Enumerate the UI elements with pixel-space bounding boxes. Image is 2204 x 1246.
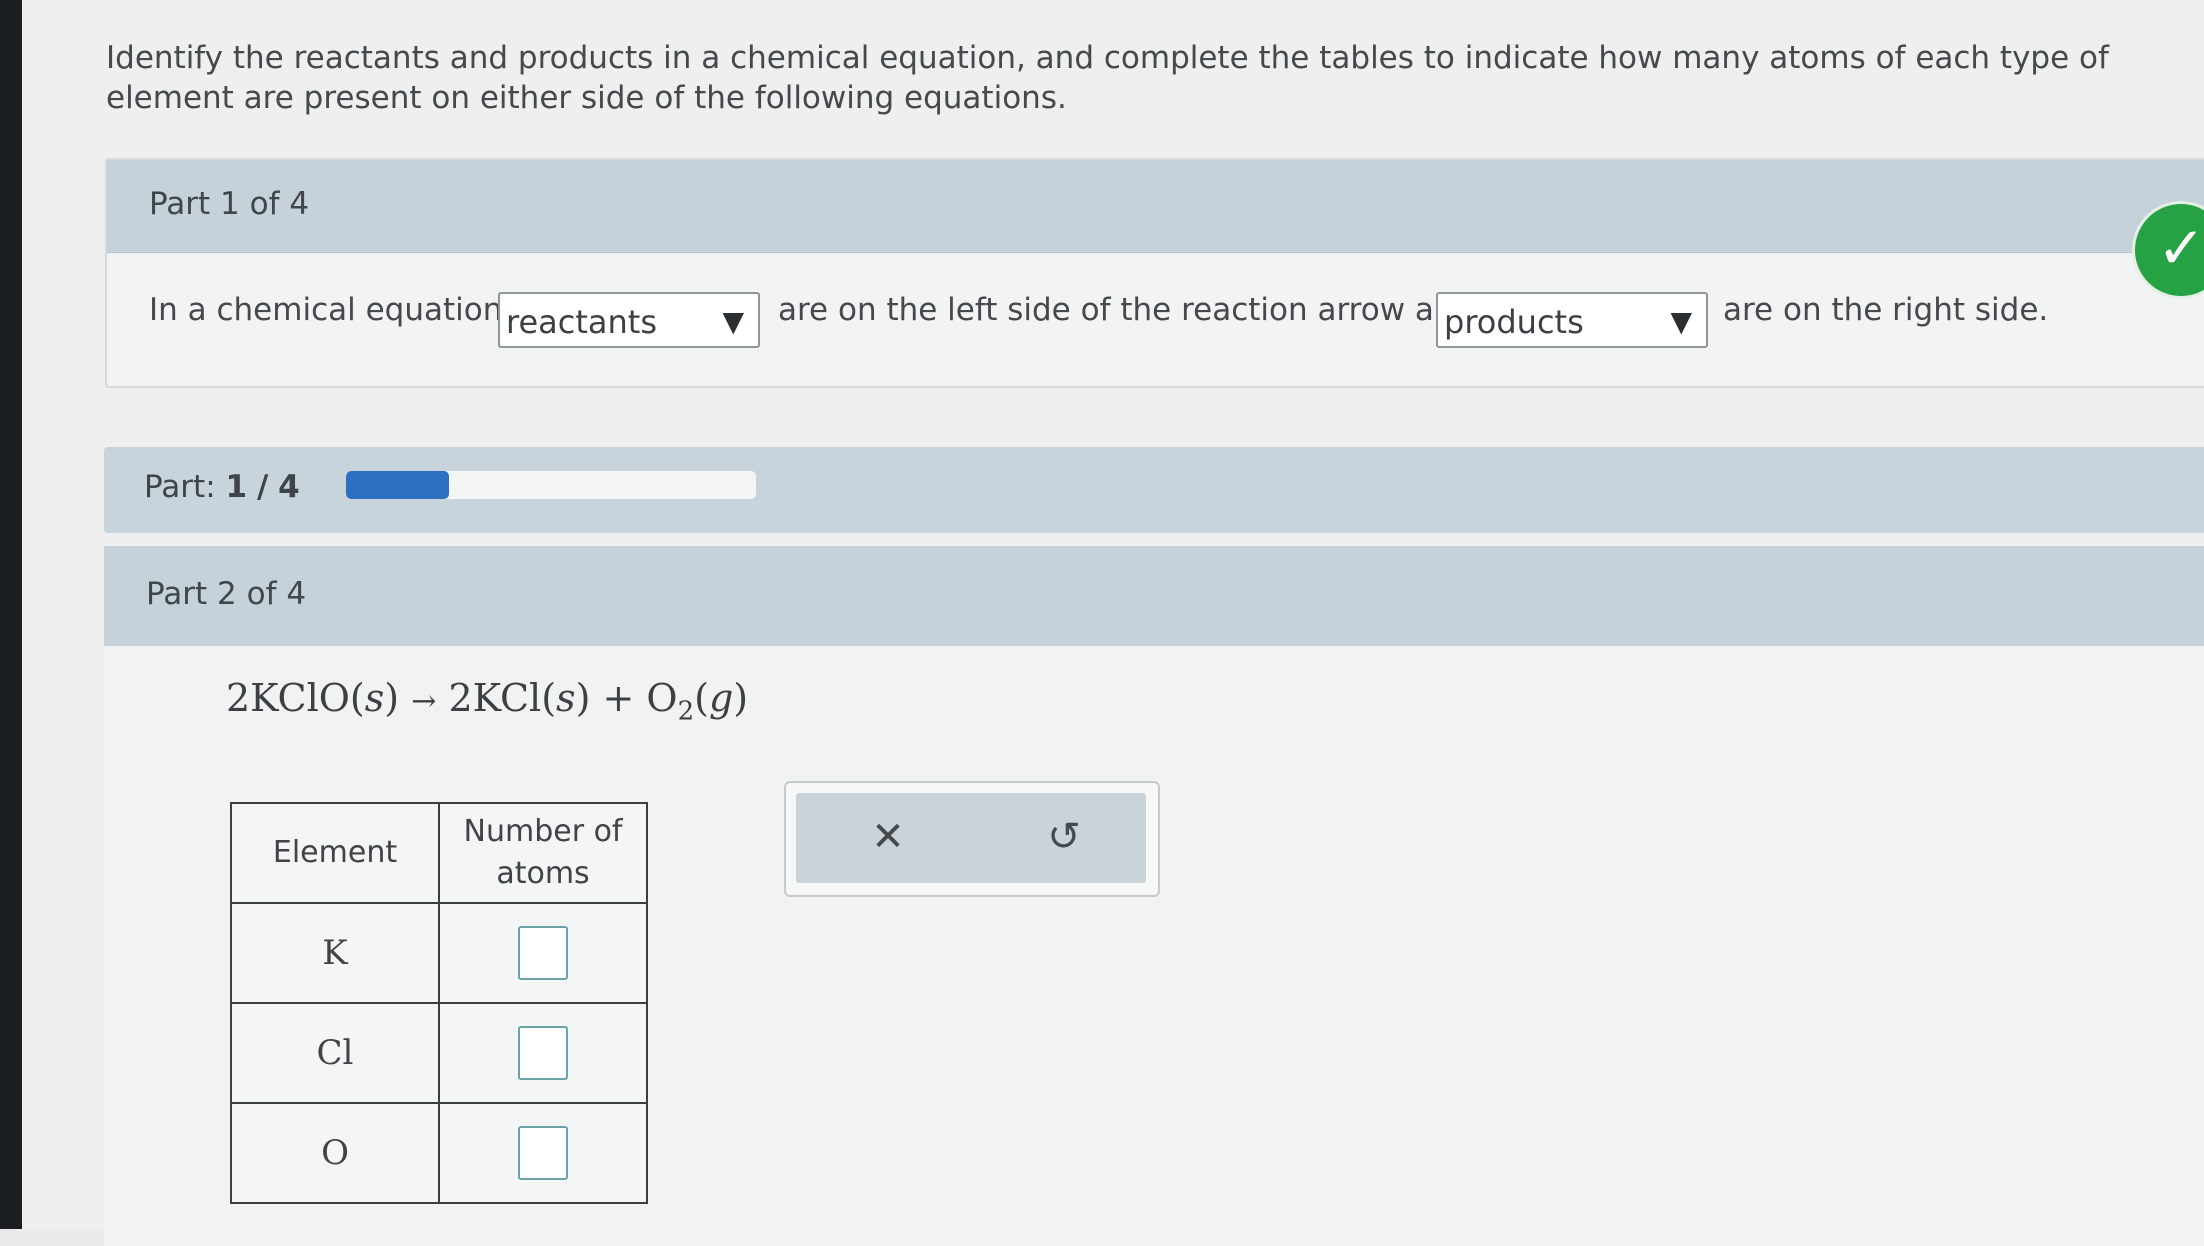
part1-title: Part 1 of 4 <box>149 186 310 222</box>
count-cell <box>438 1102 648 1204</box>
progress-current: 1 <box>225 469 248 505</box>
chemical-equation: 2KClO(s) → 2KCl(s) + O2(g) <box>226 676 749 727</box>
header-number-of-atoms: Number of atoms <box>438 802 648 904</box>
table-row: Cl <box>230 1002 648 1104</box>
clear-icon[interactable]: ✕ <box>858 807 918 867</box>
dropdown-arrow-icon: ▼ <box>722 305 744 338</box>
instructions-text: Identify the reactants and products in a… <box>106 40 2109 116</box>
progress-bar-fill <box>346 471 449 499</box>
o-atoms-input[interactable] <box>518 1126 568 1180</box>
table-row: O <box>230 1102 648 1204</box>
k-atoms-input[interactable] <box>518 926 568 980</box>
products-dropdown[interactable]: products ▼ <box>1436 292 1708 348</box>
part2-header: Part 2 of 4 <box>104 546 2204 646</box>
part1-sentence-middle: are on the left side of the reaction arr… <box>778 292 1474 328</box>
part1-panel: Part 1 of 4 In a chemical equation, reac… <box>105 158 2204 388</box>
undo-icon[interactable]: ↺ <box>1034 807 1094 867</box>
part1-header: Part 1 of 4 <box>107 160 2204 253</box>
dropdown-arrow-icon: ▼ <box>1670 305 1692 338</box>
progress-total: 4 <box>278 469 300 505</box>
part1-sentence-start: In a chemical equation, <box>149 292 513 328</box>
part1-sentence-end: are on the right side. <box>1723 292 2049 328</box>
part2-panel: Part 2 of 4 2KClO(s) → 2KCl(s) + O2(g) E… <box>104 546 2204 1246</box>
atoms-table: Element Number of atoms K Cl O <box>230 802 648 1204</box>
answer-tools-bar: ✕ ↺ <box>796 793 1146 883</box>
cl-atoms-input[interactable] <box>518 1026 568 1080</box>
element-cell: Cl <box>230 1002 440 1104</box>
progress-label: Part: 1 / 4 <box>144 469 300 505</box>
table-header-row: Element Number of atoms <box>230 802 648 904</box>
answer-tools: ✕ ↺ <box>784 781 1160 897</box>
progress-bar <box>346 471 756 499</box>
count-cell <box>438 902 648 1004</box>
element-cell: O <box>230 1102 440 1204</box>
part2-title: Part 2 of 4 <box>146 576 307 612</box>
element-cell: K <box>230 902 440 1004</box>
screen-edge <box>0 0 22 1229</box>
reactants-dropdown-value: reactants <box>506 303 657 341</box>
progress-strip: Part: 1 / 4 <box>104 447 2204 533</box>
table-row: K <box>230 902 648 1004</box>
count-cell <box>438 1002 648 1104</box>
header-element: Element <box>230 802 440 904</box>
reactants-dropdown[interactable]: reactants ▼ <box>498 292 760 348</box>
products-dropdown-value: products <box>1444 303 1584 341</box>
